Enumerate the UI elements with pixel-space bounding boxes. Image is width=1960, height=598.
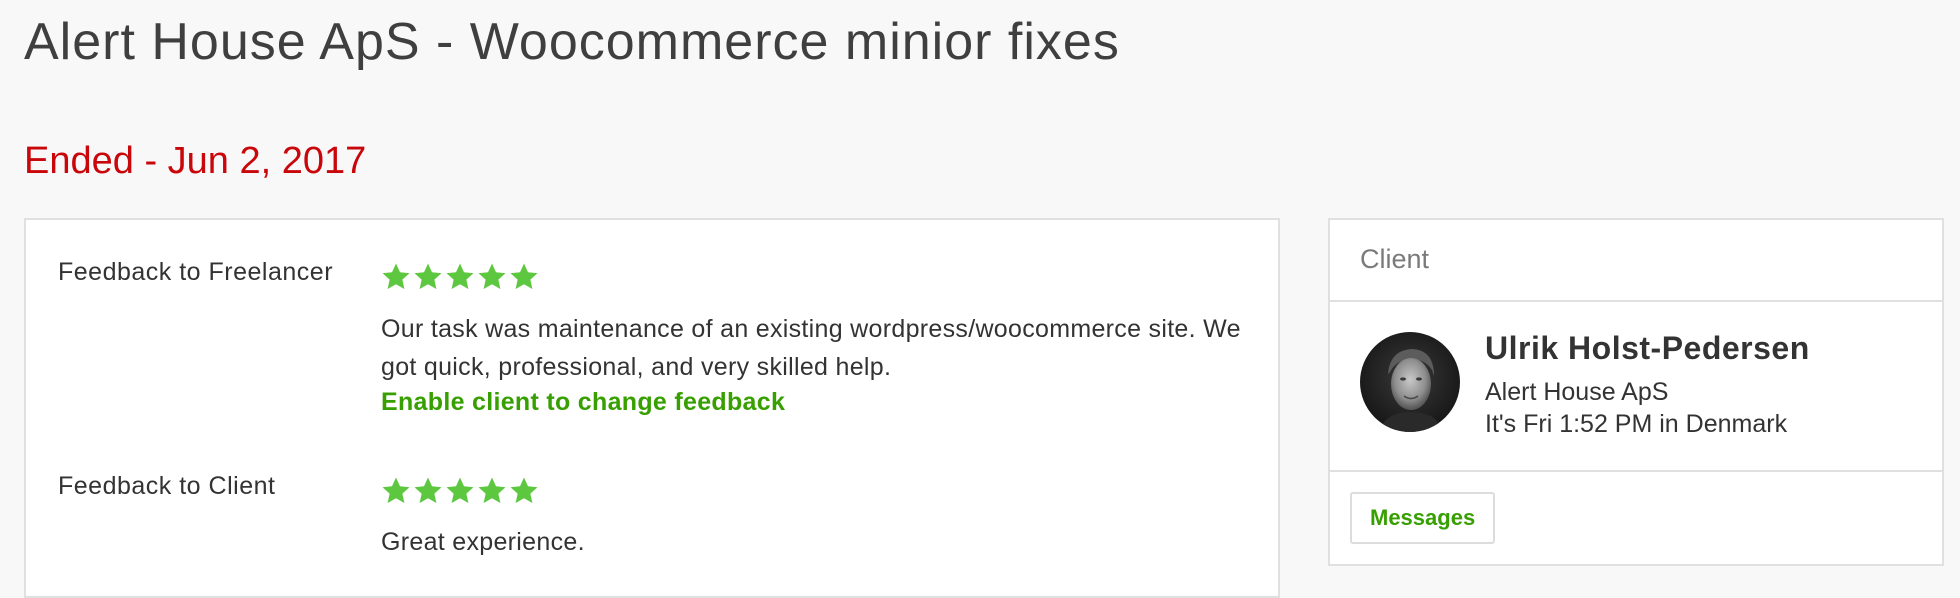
client-card-title: Client (1360, 244, 1430, 274)
client-local-time: It's Fri 1:52 PM in Denmark (1485, 410, 1788, 438)
feedback-panel: Feedback to Freelancer Our task was main… (24, 218, 1280, 598)
enable-client-change-feedback-link[interactable]: Enable client to change feedback (381, 388, 785, 417)
star-icon (509, 476, 539, 506)
star-icon (445, 476, 475, 506)
client-company: Alert House ApS (1485, 378, 1669, 406)
freelancer-feedback-comment: Our task was maintenance of an existing … (381, 315, 1241, 381)
client-card-header: Client (1330, 220, 1942, 302)
client-rating-stars (381, 476, 539, 506)
freelancer-rating-stars (381, 262, 539, 292)
star-icon (509, 262, 539, 292)
star-icon (381, 262, 411, 292)
contract-status: Ended - Jun 2, 2017 (24, 140, 367, 182)
star-icon (381, 476, 411, 506)
star-icon (413, 262, 443, 292)
star-icon (445, 262, 475, 292)
star-icon (413, 476, 443, 506)
star-icon (477, 476, 507, 506)
client-info: Ulrik Holst-Pedersen Alert House ApS It'… (1330, 302, 1942, 472)
messages-button[interactable]: Messages (1350, 492, 1496, 544)
avatar (1360, 332, 1460, 432)
feedback-to-freelancer-label: Feedback to Freelancer (58, 258, 334, 286)
feedback-to-client-label: Feedback to Client (58, 472, 276, 500)
client-name: Ulrik Holst-Pedersen (1485, 330, 1810, 366)
client-feedback-comment: Great experience. (381, 528, 585, 556)
client-card: Client Ulrik Holst-Pedersen Alert House … (1328, 218, 1944, 566)
page-title: Alert House ApS - Woocommerce minior fix… (24, 13, 1120, 71)
star-icon (477, 262, 507, 292)
